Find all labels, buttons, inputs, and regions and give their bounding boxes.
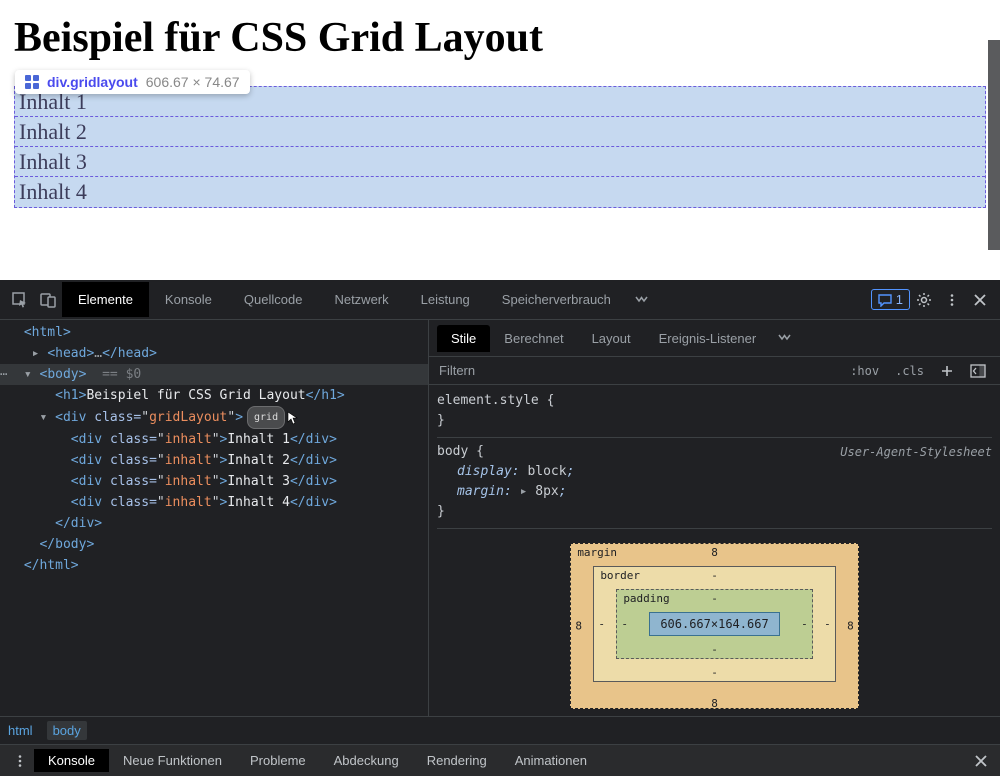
dom-selected-node[interactable]: ▾ <body> == $0 [0,364,428,385]
tab-console[interactable]: Konsole [149,282,228,317]
devtools-body: ⋯ <html> ▸ <head>…</head> ▾ <body> == $0… [0,320,1000,716]
plus-icon [940,364,954,378]
css-rules[interactable]: element.style { } User-Agent-Stylesheet … [429,385,1000,535]
chat-icon [878,293,892,307]
bm-content-size: 606.667×164.667 [649,612,779,636]
element-style-rule[interactable]: element.style { } [437,389,992,438]
devtools-scrollbar[interactable] [988,320,1000,716]
issues-count: 1 [896,292,903,307]
settings-button[interactable] [910,286,938,314]
bm-border-label: border [600,569,640,582]
styles-tab-layout[interactable]: Layout [578,325,645,352]
close-icon [973,293,987,307]
drawer-tab-animationen[interactable]: Animationen [501,749,601,772]
body-rule[interactable]: User-Agent-Stylesheet body { display: bl… [437,440,992,529]
dom-gutter-dots: ⋯ [0,364,7,385]
kebab-menu-button[interactable] [938,286,966,314]
bm-margin-label: margin [577,546,617,559]
close-icon [974,754,988,768]
devtools-drawer: Konsole Neue Funktionen Probleme Abdecku… [0,744,1000,776]
drawer-menu-button[interactable] [6,747,34,775]
breadcrumb-html[interactable]: html [8,723,33,738]
grid-item: Inhalt 3 [15,147,985,177]
tab-network[interactable]: Netzwerk [318,282,404,317]
grid-badge[interactable]: grid [247,406,285,429]
inspect-element-button[interactable] [6,286,34,314]
drawer-tab-konsole[interactable]: Konsole [34,749,109,772]
tooltip-tag: div [47,74,66,90]
element-inspect-tooltip: div.gridlayout 606.67 × 74.67 [15,70,250,94]
styles-more-tabs-icon[interactable] [770,324,798,352]
drawer-tab-probleme[interactable]: Probleme [236,749,320,772]
box-model-diagram[interactable]: margin 8 8 8 8 border - - - - padding - [429,535,1000,716]
tab-performance[interactable]: Leistung [405,282,486,317]
cls-toggle[interactable]: .cls [889,362,930,380]
rendered-webpage: Beispiel für CSS Grid Layout div.gridlay… [0,0,1000,280]
tab-elements[interactable]: Elemente [62,282,149,317]
breadcrumb-body[interactable]: body [47,721,87,740]
grid-item: Inhalt 4 [15,177,985,207]
gear-icon [916,292,932,308]
page-heading: Beispiel für CSS Grid Layout [14,14,986,62]
tab-memory[interactable]: Speicherverbrauch [486,282,627,317]
styles-tab-listener[interactable]: Ereignis-Listener [645,325,771,352]
more-vertical-icon [945,293,959,307]
more-vertical-icon [13,754,27,768]
more-tabs-chevron-icon[interactable] [627,286,655,314]
styles-filter-input[interactable] [437,359,840,382]
tooltip-dimensions: 606.67 × 74.67 [146,74,240,90]
dom-breadcrumbs: html body [0,716,1000,744]
tab-sources[interactable]: Quellcode [228,282,319,317]
styles-filter-bar: :hov .cls [429,357,1000,385]
ua-stylesheet-label: User-Agent-Stylesheet [840,442,992,462]
cursor-pointer-icon [287,411,299,425]
drawer-tab-abdeckung[interactable]: Abdeckung [320,749,413,772]
device-toggle-button[interactable] [34,286,62,314]
grid-layout-icon [25,75,39,89]
grid-container-highlight: Inhalt 1 Inhalt 2 Inhalt 3 Inhalt 4 [14,86,986,208]
styles-tab-berechnet[interactable]: Berechnet [490,325,577,352]
grid-item: Inhalt 2 [15,117,985,147]
issues-badge[interactable]: 1 [871,289,910,310]
hov-toggle[interactable]: :hov [844,362,885,380]
drawer-close-button[interactable] [968,754,994,768]
tooltip-class: .gridlayout [66,74,138,90]
devtools-panel: Elemente Konsole Quellcode Netzwerk Leis… [0,280,1000,776]
new-style-rule-button[interactable] [934,362,960,380]
styles-tabs: Stile Berechnet Layout Ereignis-Listener [429,320,1000,357]
panel-right-icon [970,364,986,378]
styles-tab-stile[interactable]: Stile [437,325,490,352]
drawer-tab-neue-funktionen[interactable]: Neue Funktionen [109,749,236,772]
devtools-main-toolbar: Elemente Konsole Quellcode Netzwerk Leis… [0,280,1000,320]
styles-panel: Stile Berechnet Layout Ereignis-Listener… [428,320,1000,716]
bm-padding-label: padding [623,592,669,605]
drawer-tab-rendering[interactable]: Rendering [413,749,501,772]
dom-tree-panel[interactable]: ⋯ <html> ▸ <head>…</head> ▾ <body> == $0… [0,320,428,716]
